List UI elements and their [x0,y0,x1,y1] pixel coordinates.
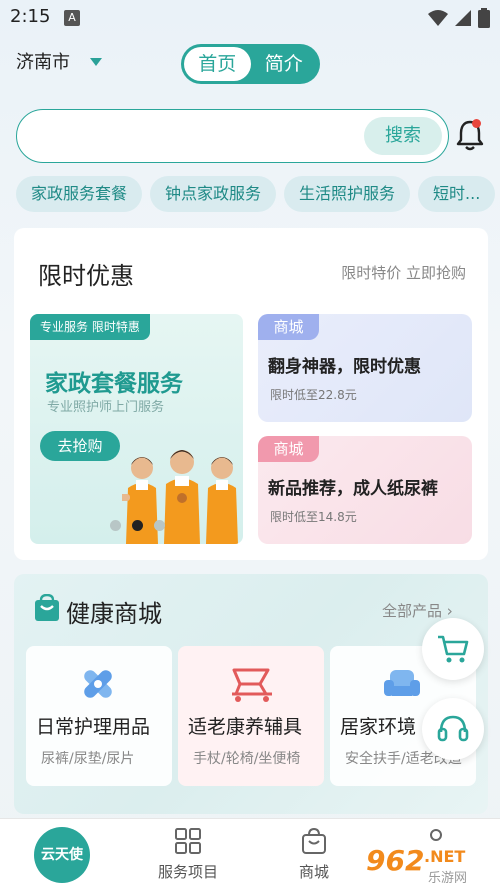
city-selector[interactable]: 济南市 [16,48,70,74]
promo-title: 新品推荐，成人纸尿裤 [268,479,438,499]
wifi-icon [428,10,448,26]
headset-icon [437,715,469,742]
cart-icon [438,635,469,663]
tab-home[interactable]: 首页 [184,47,251,81]
search-bar: 搜索 [16,109,449,163]
tab-label: 商城 [298,863,329,881]
buy-now-button[interactable]: 去抢购 [40,431,120,461]
category-daily-care[interactable]: 日常护理用品 尿裤/尿垫/尿片 [26,646,172,786]
customer-service-button[interactable] [422,698,484,760]
chip-housekeeping-package[interactable]: 家政服务套餐 [16,176,143,212]
limited-offer-section: 限时优惠 限时特价 立即抢购 专业服务 限时特惠 家政套餐服务 专业照护师上门服… [14,228,488,560]
home-intro-toggle[interactable]: 首页 简介 [181,44,320,84]
all-products-link[interactable]: 全部产品 › [382,600,453,621]
category-title: 日常护理用品 [36,716,151,738]
tab-mall[interactable]: 商城 [282,827,346,882]
promo-card-turn-over[interactable]: 商城 翻身神器，限时优惠 限时低至22.8元 [258,314,472,422]
search-button[interactable]: 搜索 [364,117,442,155]
chevron-down-icon[interactable] [90,58,102,66]
limited-offer-title: 限时优惠 [38,262,134,290]
banner-subtitle: 专业照护师上门服务 [47,400,165,415]
tab-services[interactable]: 服务项目 [156,827,220,882]
promo-tag: 商城 [258,436,319,462]
svg-text:.NET: .NET [424,847,465,866]
svg-text:乐游网: 乐游网 [428,871,467,886]
carousel-dots [110,520,165,531]
limited-offer-more-link[interactable]: 限时特价 立即抢购 [341,262,466,283]
bell-icon[interactable] [454,118,486,152]
tab-label: 服务项目 [157,863,218,881]
status-icons [428,8,490,28]
search-input[interactable] [37,124,357,150]
promo-card-diapers[interactable]: 商城 新品推荐，成人纸尿裤 限时低至14.8元 [258,436,472,544]
carousel-dot-active[interactable] [132,520,143,531]
category-title: 适老康养辅具 [188,716,303,738]
wheelchair-icon [232,668,272,702]
chip-hourly-service[interactable]: 钟点家政服务 [150,176,277,212]
shopping-bag-icon [35,594,59,621]
health-mall-title: 健康商城 [66,600,162,628]
shopping-bag-icon [302,827,326,854]
promo-title: 翻身神器，限时优惠 [268,357,421,377]
tab-intro[interactable]: 简介 [251,47,318,81]
notification-dot [472,119,481,128]
carousel-dot[interactable] [110,520,121,531]
svg-text:962: 962 [366,844,424,877]
health-mall-section: 健康商城 全部产品 › 日常护理用品 尿裤/尿垫/尿片 适老康养辅具 手杖/轮椅… [14,574,488,814]
signal-icon [455,10,471,26]
notification-icon: A [64,10,80,26]
bandage-icon [84,670,112,698]
battery-icon [478,8,490,28]
banner-tag: 专业服务 限时特惠 [30,314,150,340]
cart-button[interactable] [422,618,484,680]
promo-tag: 商城 [258,314,319,340]
category-title: 居家环境 [340,716,417,738]
tab-home-logo[interactable]: 云天使 [34,827,90,883]
site-watermark: 962 .NET 乐游网 [362,842,498,886]
promo-price: 限时低至22.8元 [270,388,357,402]
banner-title: 家政套餐服务 [45,371,183,397]
chip-life-care[interactable]: 生活照护服务 [284,176,411,212]
category-elderly-aids[interactable]: 适老康养辅具 手杖/轮椅/坐便椅 [178,646,324,786]
category-subtitle: 手杖/轮椅/坐便椅 [193,751,301,767]
status-bar: 2:15 A [0,0,500,36]
promo-price: 限时低至14.8元 [270,510,357,524]
carousel-dot[interactable] [154,520,165,531]
category-subtitle: 尿裤/尿垫/尿片 [41,751,135,767]
sofa-icon [384,670,420,696]
category-chips: 家政服务套餐 钟点家政服务 生活照护服务 短时... [16,176,500,214]
chip-short-term[interactable]: 短时... [418,176,496,212]
status-time: 2:15 [10,6,51,27]
grid-icon [175,828,201,854]
housekeeping-banner[interactable]: 专业服务 限时特惠 家政套餐服务 专业照护师上门服务 去抢购 [30,314,243,544]
